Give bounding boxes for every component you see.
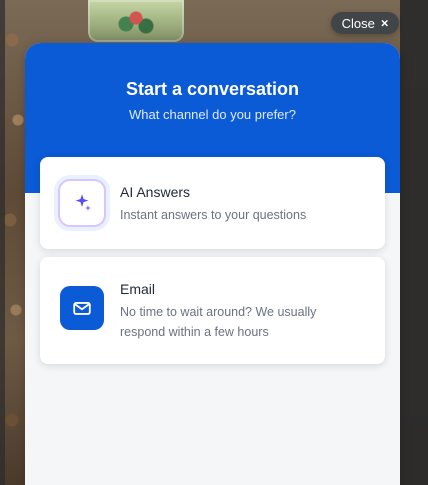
email-option[interactable]: Email No time to wait around? We usually… [40,257,385,364]
email-title: Email [120,281,156,297]
background-bottle [88,0,184,42]
close-icon: × [380,15,389,30]
ai-answers-option[interactable]: AI Answers Instant answers to your quest… [40,157,385,249]
right-edge-shadow [400,0,428,485]
modal-subtitle: What channel do you prefer? [129,107,296,122]
close-button[interactable]: Close × [331,12,399,34]
ai-answers-title: AI Answers [120,184,191,200]
ai-answers-description: Instant answers to your questions [120,208,307,222]
sparkles-icon [60,181,104,225]
conversation-modal: Start a conversation What channel do you… [25,43,400,485]
close-label: Close [341,15,375,31]
email-description: No time to wait around? We usually respo… [120,305,317,339]
left-edge-shadow [0,0,5,485]
envelope-icon [60,286,104,330]
modal-title: Start a conversation [125,79,300,99]
